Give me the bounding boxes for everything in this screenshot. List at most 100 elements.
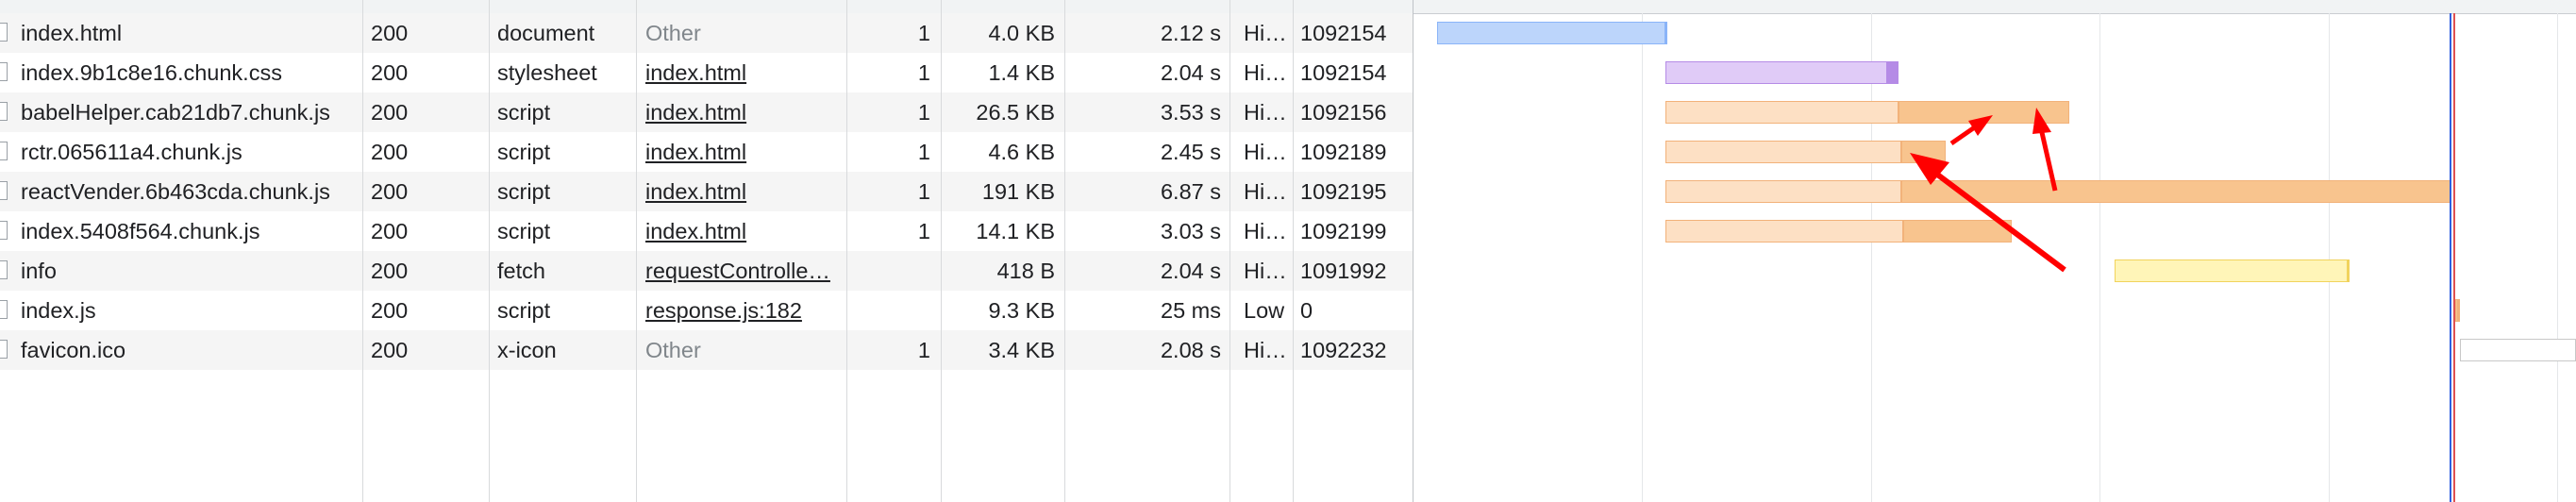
waterfall-gridline [1871, 13, 1872, 502]
name-cell[interactable]: reactVender.6b463cda.chunk.js [21, 172, 351, 211]
waterfall-bar-download [1899, 101, 2069, 124]
waterfall-gridline [1642, 13, 1643, 502]
count-cell: 1 [917, 60, 930, 85]
waterfall-bar[interactable] [1664, 180, 2451, 203]
table-row[interactable]: reactVender.6b463cda.chunk.js 200 script in… [0, 172, 1413, 211]
name-cell[interactable]: info [21, 251, 351, 291]
network-panel: index.html 200 document Other 1 4.0 KB 2.12 s H… [0, 0, 2576, 502]
status-cell: 200 [371, 140, 409, 164]
name-cell[interactable]: index.5408f564.chunk.js [21, 211, 351, 251]
name-cell[interactable]: index.9b1c8e16.chunk.css [21, 53, 351, 92]
column-divider[interactable] [941, 0, 942, 502]
column-divider[interactable] [1293, 0, 1294, 502]
table-row[interactable]: rctr.065611a4.chunk.js 200 script index.htm… [0, 132, 1413, 172]
column-divider[interactable] [1064, 0, 1065, 502]
status-cell: 200 [371, 60, 409, 85]
initiator-cell: Other [645, 338, 701, 362]
waterfall-bar-download [1900, 180, 2451, 203]
waterfall-bar-download [2348, 259, 2350, 282]
type-cell: script [497, 219, 551, 243]
initiator-cell[interactable]: index.html [645, 172, 844, 211]
column-divider[interactable] [1229, 0, 1230, 502]
status-cell: 200 [371, 338, 409, 362]
waterfall-bar[interactable] [1436, 22, 1667, 44]
initiator-cell[interactable]: index.html [645, 53, 844, 92]
file-icon [0, 23, 8, 42]
time-cell: 6.87 s [1160, 179, 1221, 204]
initiator-cell[interactable]: index.html [645, 211, 844, 251]
table-row[interactable]: index.html 200 document Other 1 4.0 KB 2.12 s H… [0, 13, 1413, 53]
type-cell: stylesheet [497, 60, 597, 85]
file-icon [0, 260, 8, 279]
time-cell: 2.04 s [1160, 259, 1221, 283]
waterfall-bar[interactable] [1664, 61, 1899, 84]
waterfall-bar-waiting [1664, 180, 1901, 203]
file-icon [0, 300, 8, 319]
size-cell: 191 KB [981, 179, 1055, 204]
count-cell [847, 291, 930, 330]
waterfall-bar-download [1900, 141, 1946, 163]
initiator-cell: Other [645, 21, 701, 45]
size-cell: 1.4 KB [988, 60, 1055, 85]
waterfall-bar[interactable] [1664, 101, 2069, 124]
connection-id-cell: 1092154 [1300, 60, 1387, 85]
waterfall-gridline [2099, 13, 2100, 502]
priority-cell: Hi… [1244, 60, 1287, 85]
type-cell: script [497, 140, 551, 164]
size-cell: 4.0 KB [988, 21, 1055, 45]
table-row[interactable]: index.js 200 script response.js:182 9.3 KB 25… [0, 291, 1413, 330]
count-cell: 1 [917, 179, 930, 204]
waterfall-bar[interactable] [2460, 339, 2576, 361]
initiator-cell[interactable]: index.html [645, 92, 844, 132]
waterfall-bar-download [2457, 299, 2460, 322]
table-row[interactable]: index.5408f564.chunk.js 200 script index.ht… [0, 211, 1413, 251]
size-cell: 14.1 KB [976, 219, 1055, 243]
name-cell[interactable]: babelHelper.cab21db7.chunk.js [21, 92, 351, 132]
column-divider[interactable] [636, 0, 637, 502]
status-cell: 200 [371, 219, 409, 243]
connection-id-cell: 1092232 [1300, 338, 1387, 362]
status-cell: 200 [371, 21, 409, 45]
column-divider[interactable] [489, 0, 490, 502]
name-cell[interactable]: rctr.065611a4.chunk.js [21, 132, 351, 172]
waterfall-bar-download [1903, 220, 2013, 243]
connection-id-cell: 1092189 [1300, 140, 1387, 164]
column-divider[interactable] [362, 0, 363, 502]
type-cell: script [497, 179, 551, 204]
status-cell: 200 [371, 100, 409, 125]
table-row[interactable]: favicon.ico 200 x-icon Other 1 3.4 KB 2.08 s Hi… [0, 330, 1413, 370]
initiator-cell[interactable]: response.js:182 [645, 291, 844, 330]
time-cell: 2.45 s [1160, 140, 1221, 164]
waterfall-bar[interactable] [2115, 259, 2350, 282]
table-row[interactable]: babelHelper.cab21db7.chunk.js 200 script in… [0, 92, 1413, 132]
waterfall-bar[interactable] [1664, 220, 2013, 243]
priority-cell: Hi… [1244, 100, 1287, 125]
waterfall-bar[interactable] [1664, 141, 1946, 163]
waterfall-bar-waiting [1664, 61, 1888, 84]
name-cell[interactable]: index.html [21, 13, 351, 53]
time-cell: 2.08 s [1160, 338, 1221, 362]
size-cell: 4.6 KB [988, 140, 1055, 164]
name-cell[interactable]: index.js [21, 291, 351, 330]
type-cell: fetch [497, 259, 545, 283]
priority-cell: Hi… [1244, 140, 1287, 164]
priority-cell: Hi… [1244, 179, 1287, 204]
initiator-cell[interactable]: requestControlle… [645, 251, 844, 291]
table-row[interactable]: index.9b1c8e16.chunk.css 200 stylesheet ind… [0, 53, 1413, 92]
connection-id-cell: 1092154 [1300, 21, 1387, 45]
connection-id-cell: 1091992 [1300, 259, 1387, 283]
waterfall-bar[interactable] [2455, 299, 2460, 322]
type-cell: document [497, 21, 595, 45]
priority-cell: Hi… [1244, 338, 1287, 362]
name-cell[interactable]: favicon.ico [21, 330, 351, 370]
waterfall-gridline [2557, 13, 2558, 502]
column-divider[interactable] [846, 0, 847, 502]
dom-content-loaded-marker [2450, 13, 2451, 502]
waterfall-gridline [2329, 13, 2330, 502]
file-icon [0, 181, 8, 200]
table-row[interactable]: info 200 fetch requestControlle… 418 B 2.04 s… [0, 251, 1413, 291]
size-cell: 418 B [996, 259, 1055, 283]
time-cell: 25 ms [1161, 298, 1221, 323]
initiator-cell[interactable]: index.html [645, 132, 844, 172]
waterfall-timeline[interactable] [1413, 0, 2576, 502]
